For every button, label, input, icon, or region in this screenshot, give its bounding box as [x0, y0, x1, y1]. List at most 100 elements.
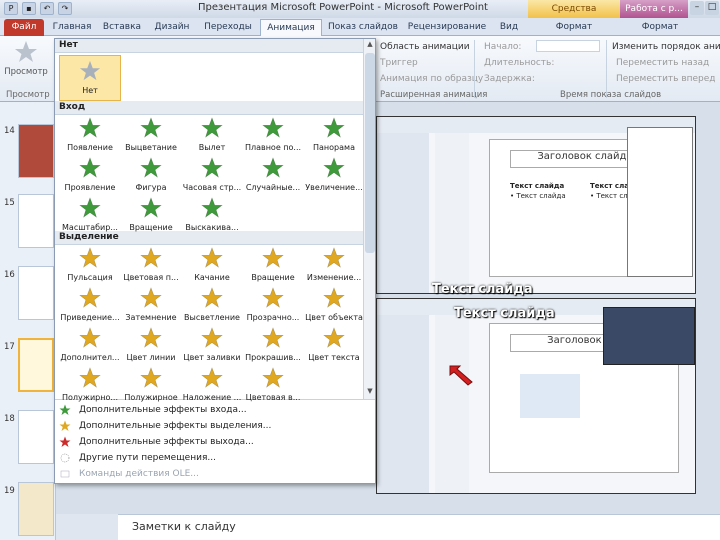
animation-label: Часовая стр... — [182, 183, 242, 192]
animation-label: Плавное по... — [244, 143, 302, 152]
tab-design[interactable]: Дизайн — [150, 19, 194, 36]
tab-insert[interactable]: Вставка — [100, 19, 144, 36]
scroll-down-icon[interactable]: ▼ — [365, 387, 375, 397]
star-icon — [262, 367, 284, 388]
mini-content-icons — [520, 374, 580, 418]
entrance-effect[interactable]: Выскакива... — [181, 193, 243, 239]
star-icon — [140, 327, 162, 348]
menu-more-emphasis[interactable]: Дополнительные эффекты выделения... — [59, 419, 369, 433]
star-icon — [201, 157, 223, 178]
tab-format-drawing[interactable]: Формат — [546, 19, 602, 36]
app-icon[interactable]: P — [4, 2, 18, 15]
callout-text-top: Текст слайда — [432, 282, 533, 297]
mini-bullet-left: • Текст слайда — [510, 192, 566, 200]
star-icon — [140, 287, 162, 308]
animation-label: Цветовая в... — [245, 393, 301, 402]
undo-icon[interactable]: ↶ — [40, 2, 54, 15]
star-icon — [201, 197, 223, 218]
preview-label: Просмотр — [4, 67, 48, 77]
slide-thumbnail[interactable] — [18, 194, 54, 248]
star-icon — [79, 247, 101, 268]
animation-label: Полужирно... — [62, 393, 118, 402]
start-dropdown[interactable] — [536, 40, 600, 52]
quick-access-toolbar: P ▪ ↶ ↷ — [4, 2, 72, 15]
menu-motion-paths[interactable]: Другие пути перемещения... — [59, 451, 369, 465]
star-icon — [323, 327, 345, 348]
motion-path-icon — [60, 453, 70, 462]
embedded-screenshot-bottom: Заголовок сла — [376, 298, 696, 494]
animation-label: Изменение... — [306, 273, 362, 282]
save-icon[interactable]: ▪ — [22, 2, 36, 15]
animation-label: Цвет линии — [126, 353, 176, 362]
embedded-screenshot-top: Заголовок слайда Текст слайда • Текст сл… — [376, 116, 696, 294]
move-earlier-button[interactable]: Переместить назад — [616, 58, 709, 68]
emphasis-effect[interactable]: Полужирно... — [59, 363, 121, 409]
emphasis-effect[interactable]: Полужирное — [120, 363, 182, 409]
mini-panel — [377, 133, 429, 293]
animation-label: Наложение ... — [182, 393, 242, 402]
tab-animations[interactable]: Анимация — [260, 19, 322, 36]
gold-star-icon — [59, 420, 71, 431]
slide-thumbnail[interactable] — [18, 410, 54, 464]
star-icon — [262, 247, 284, 268]
menu-ole-actions[interactable]: Команды действия OLE... — [59, 467, 369, 481]
animation-label: Прокрашив... — [245, 353, 301, 362]
entrance-effect[interactable]: Масштабир... — [59, 193, 121, 239]
star-icon — [323, 247, 345, 268]
animation-pane-button[interactable]: Область анимации — [380, 42, 470, 52]
slide-thumbnail[interactable] — [18, 124, 54, 178]
mini-fill-gallery — [603, 307, 695, 365]
emphasis-effect[interactable]: Наложение ... — [181, 363, 243, 409]
scroll-thumb[interactable] — [365, 53, 375, 253]
animation-label: Полужирное — [124, 393, 178, 402]
animation-label: Вращение — [251, 273, 295, 282]
contextual-tab-drawing-tools: Средства рисования — [528, 0, 620, 32]
entrance-effect[interactable]: Вращение — [120, 193, 182, 239]
title-bar: P ▪ ↶ ↷ Презентация Microsoft PowerPoint… — [0, 0, 720, 32]
star-icon — [323, 287, 345, 308]
animation-label: Случайные... — [245, 183, 301, 192]
minimize-button[interactable]: – — [690, 1, 704, 15]
tab-review[interactable]: Рецензирование — [404, 19, 490, 36]
tab-view[interactable]: Вид — [494, 19, 524, 36]
tab-slide-show[interactable]: Показ слайдов — [326, 19, 400, 36]
animation-label: Нет — [82, 86, 98, 95]
scroll-up-icon[interactable]: ▲ — [365, 40, 375, 50]
preview-button[interactable]: Просмотр — [4, 38, 48, 86]
star-icon — [140, 117, 162, 138]
star-icon — [201, 117, 223, 138]
notes-pane[interactable]: Заметки к слайду — [118, 514, 720, 540]
ribbon-tabs: Файл Главная Вставка Дизайн Переходы Ани… — [0, 18, 720, 36]
group-preview-label: Просмотр — [6, 90, 50, 100]
animation-none[interactable]: Нет — [59, 55, 121, 101]
contextual-tab-picture-tools: Работа с р... — [620, 0, 688, 18]
emphasis-effect[interactable]: Цветовая в... — [242, 363, 304, 409]
tab-home[interactable]: Главная — [50, 19, 94, 36]
slide-thumbnail[interactable] — [18, 266, 54, 320]
trigger-button[interactable]: Триггер — [380, 58, 418, 68]
tab-transitions[interactable]: Переходы — [200, 19, 256, 36]
mini-thumbs — [435, 315, 469, 493]
emphasis-effect[interactable]: Цвет текста — [303, 323, 365, 369]
maximize-button[interactable]: □ — [705, 1, 719, 15]
slide-thumbnails-pane: 14 15 16 17 18 19 — [0, 102, 56, 540]
star-icon — [201, 247, 223, 268]
star-icon — [79, 117, 101, 138]
animation-label: Панорама — [313, 143, 355, 152]
callout-text-bottom: Текст слайда — [454, 306, 555, 321]
mini-thumbs — [435, 133, 469, 293]
star-icon — [79, 197, 101, 218]
animation-label: Пульсация — [67, 273, 113, 282]
tab-file[interactable]: Файл — [4, 19, 44, 36]
entrance-effect[interactable]: Увеличение... — [303, 153, 365, 199]
menu-more-exit[interactable]: Дополнительные эффекты выхода... — [59, 435, 369, 449]
animation-painter-button[interactable]: Анимация по образцу — [380, 74, 483, 84]
move-later-button[interactable]: Переместить вперед — [616, 74, 716, 84]
star-icon — [79, 287, 101, 308]
entrance-effect[interactable]: Случайные... — [242, 153, 304, 199]
star-icon — [262, 327, 284, 348]
redo-icon[interactable]: ↷ — [58, 2, 72, 15]
tab-format-picture[interactable]: Формат — [632, 19, 688, 36]
slide-thumbnail[interactable] — [18, 482, 54, 536]
slide-thumbnail-selected[interactable] — [18, 338, 54, 392]
